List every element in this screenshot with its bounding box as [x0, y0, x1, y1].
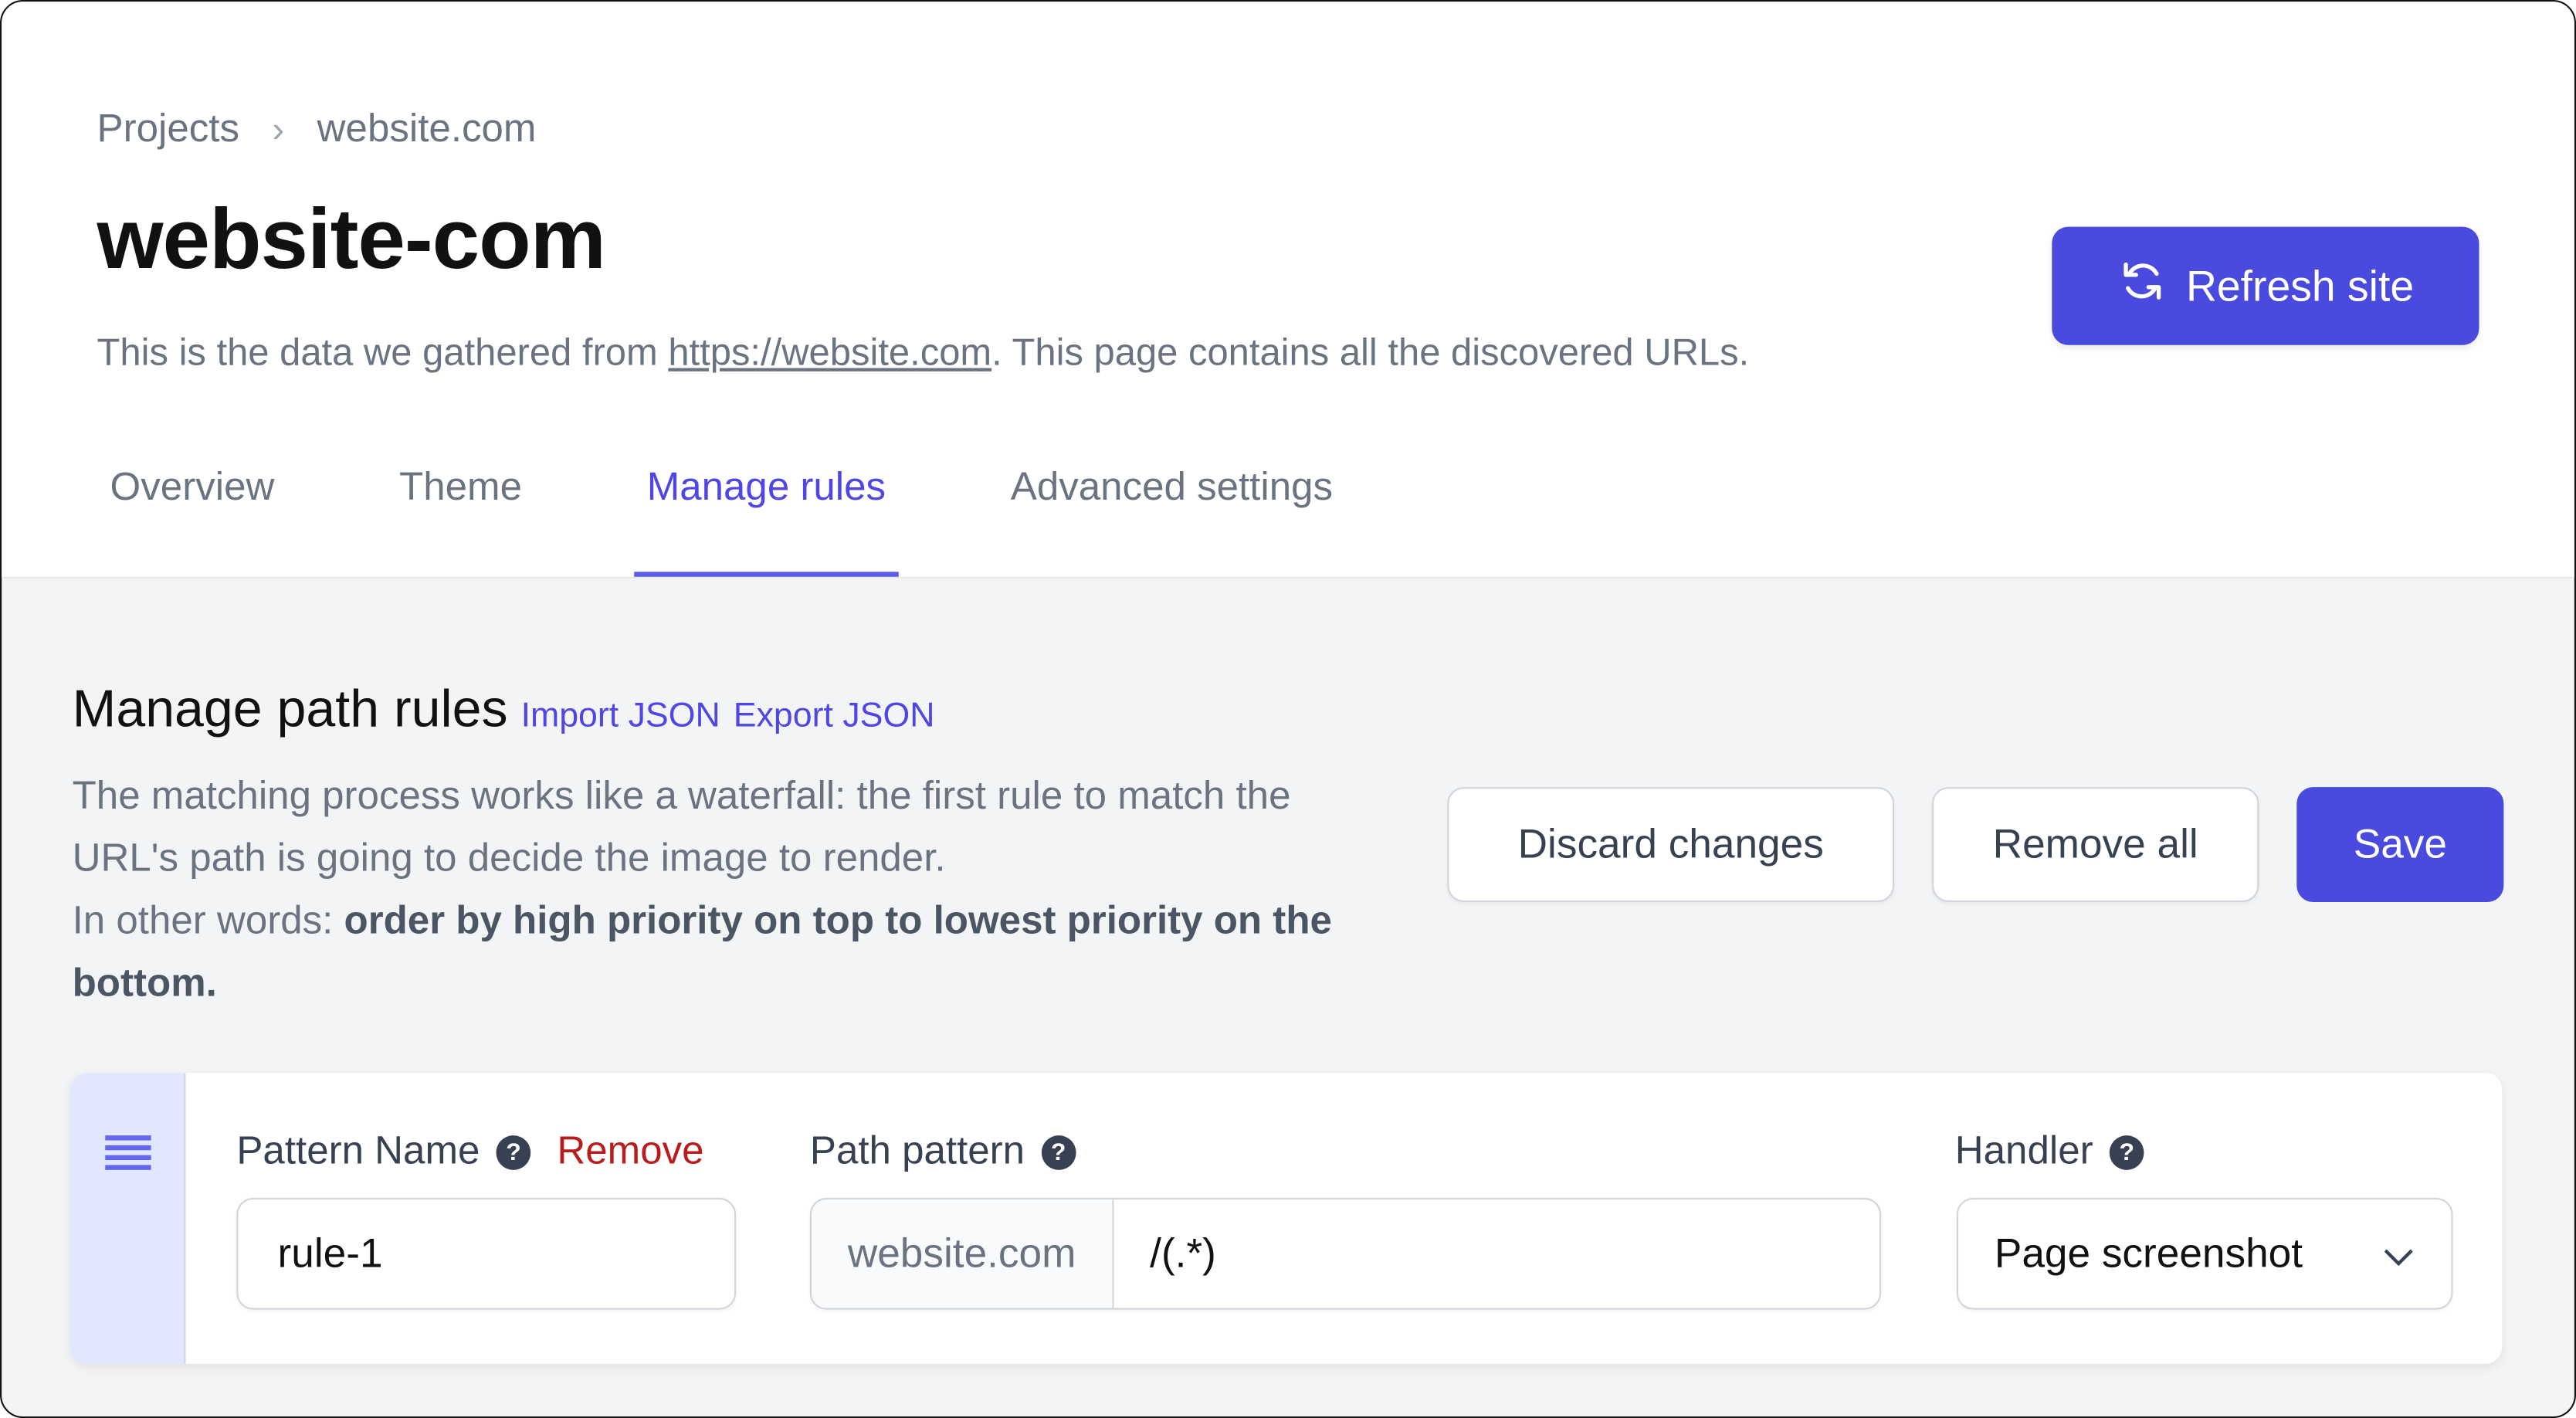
tab-manage-rules[interactable]: Manage rules — [633, 446, 900, 577]
pattern-name-label: Pattern Name ? Remove — [236, 1129, 703, 1175]
subtitle-suffix: . This page contains all the discovered … — [991, 330, 1750, 373]
tab-theme[interactable]: Theme — [386, 446, 535, 577]
app-window: Projects › website.com website-com This … — [0, 0, 2576, 1418]
section-title: Manage path rules — [72, 678, 508, 738]
drag-handle-icon — [104, 1132, 151, 1364]
pattern-name-label-text: Pattern Name — [236, 1128, 480, 1174]
tab-overview[interactable]: Overview — [97, 446, 288, 577]
breadcrumb-current[interactable]: website.com — [317, 107, 537, 153]
remove-all-button[interactable]: Remove all — [1931, 787, 2259, 903]
pattern-name-input[interactable]: rule-1 — [236, 1197, 737, 1310]
drag-handle[interactable] — [70, 1073, 186, 1364]
handler-label: Handler ? — [1955, 1129, 2144, 1175]
path-pattern-value: /(.*) — [1150, 1230, 1216, 1277]
path-pattern-label-text: Path pattern — [809, 1128, 1025, 1174]
remove-rule-link[interactable]: Remove — [557, 1129, 703, 1175]
section-description: The matching process works like a waterf… — [73, 765, 1387, 1015]
handler-value: Page screenshot — [1994, 1230, 2303, 1277]
section-header: Manage path rules Import JSON Export JSO… — [73, 679, 935, 740]
pattern-name-value: rule-1 — [277, 1230, 383, 1277]
page-header: Projects › website.com website-com This … — [2, 2, 2574, 578]
tab-advanced-settings[interactable]: Advanced settings — [998, 446, 1346, 577]
tab-bar: Overview Theme Manage rules Advanced set… — [97, 446, 1445, 577]
chevron-down-icon — [2382, 1230, 2415, 1277]
page-subtitle: This is the data we gathered from https:… — [97, 331, 1750, 375]
import-json-link[interactable]: Import JSON — [521, 697, 720, 736]
path-pattern-label: Path pattern ? — [810, 1129, 1076, 1175]
help-icon[interactable]: ? — [2109, 1135, 2144, 1169]
rule-card: Pattern Name ? Remove rule-1 Path patter… — [70, 1073, 2503, 1364]
discard-changes-button[interactable]: Discard changes — [1447, 787, 1895, 903]
handler-label-text: Handler — [1954, 1128, 2093, 1174]
help-icon[interactable]: ? — [496, 1135, 531, 1169]
refresh-site-button[interactable]: Refresh site — [2052, 226, 2479, 345]
handler-select[interactable]: Page screenshot — [1956, 1197, 2453, 1310]
breadcrumb-projects[interactable]: Projects — [97, 107, 239, 153]
chevron-right-icon: › — [272, 108, 285, 150]
page-title: website-com — [97, 192, 607, 288]
description-prefix: In other words: — [72, 898, 344, 944]
path-pattern-input[interactable]: website.com /(.*) — [809, 1197, 1882, 1310]
subtitle-prefix: This is the data we gathered from — [97, 330, 669, 373]
refresh-label: Refresh site — [2185, 260, 2415, 310]
breadcrumb: Projects › website.com — [97, 107, 537, 153]
path-prefix: website.com — [812, 1199, 1114, 1308]
site-url-link[interactable]: https://website.com — [668, 331, 991, 373]
help-icon[interactable]: ? — [1041, 1135, 1076, 1169]
refresh-icon — [2117, 256, 2167, 317]
page: Projects › website.com website-com This … — [0, 0, 2576, 1418]
description-line: The matching process works like a waterf… — [72, 774, 1291, 881]
save-button[interactable]: Save — [2296, 787, 2504, 903]
export-json-link[interactable]: Export JSON — [734, 697, 935, 736]
